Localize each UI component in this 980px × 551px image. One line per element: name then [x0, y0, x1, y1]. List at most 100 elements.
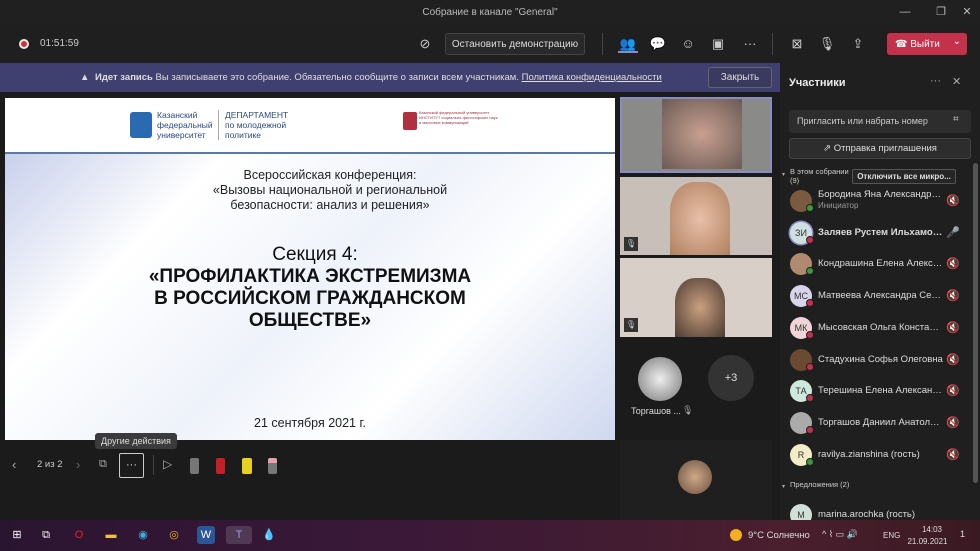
language[interactable]: ENG — [883, 531, 900, 540]
mic-off-icon[interactable]: 🔇 — [946, 321, 960, 334]
divider — [5, 152, 615, 154]
edge-icon[interactable]: ◉ — [134, 526, 152, 544]
close-panel-icon[interactable]: ✕ — [952, 75, 961, 88]
hide-eye-icon[interactable]: ⊘ — [415, 35, 435, 53]
paint-icon[interactable]: 💧 — [260, 526, 278, 544]
invite-label: Отправка приглашения — [833, 143, 937, 154]
notifications-icon[interactable]: 1 — [960, 529, 965, 539]
task-view-icon[interactable]: ⧉ — [37, 526, 55, 544]
share-icon: ⇗ — [823, 143, 834, 154]
status-icon — [806, 457, 814, 466]
eraser-icon[interactable] — [268, 458, 277, 474]
video-tile[interactable] — [620, 97, 772, 173]
opera-icon[interactable]: O — [70, 526, 88, 544]
invite-search-input[interactable]: Пригласить или набрать номер ⌗ — [789, 110, 971, 133]
weather[interactable]: 9°C Солнечно — [748, 530, 810, 541]
participant-name: ravilya.zianshina (гость) — [818, 448, 920, 460]
more-actions-button[interactable]: ··· — [740, 35, 760, 53]
participant-role: Инициатор — [818, 201, 859, 210]
minimize-button[interactable]: — — [890, 0, 920, 25]
mic-off-icon[interactable]: 🔇 — [946, 289, 960, 302]
mic-off-icon[interactable]: 🔇 — [946, 353, 960, 366]
word-icon[interactable]: W — [197, 526, 215, 544]
participant-name: marina.arochka (гость) — [818, 509, 916, 520]
mic-off-icon[interactable]: 🔇 — [946, 257, 960, 270]
mic-off-icon[interactable]: 🔇 — [946, 384, 960, 397]
close-banner-button[interactable]: Закрыть — [708, 67, 772, 88]
slide-heading: ОБЩЕСТВЕ» — [248, 310, 372, 331]
participants-icon[interactable]: 👥 — [618, 35, 638, 53]
participant-name: Торгашов Даниил Анатолье... — [818, 416, 943, 428]
close-window-button[interactable]: ✕ — [952, 0, 980, 25]
participant-row[interactable]: МС Матвеева Александра Серге... 🔇 — [780, 281, 980, 313]
share-tray-icon[interactable]: ⇪ — [848, 35, 868, 53]
pen-icon[interactable] — [190, 458, 199, 474]
participant-row[interactable]: R ravilya.zianshina (гость) 🔇 — [780, 440, 980, 472]
more-options-icon[interactable]: ··· — [930, 75, 941, 87]
privacy-link[interactable]: Политика конфиденциальности — [522, 72, 662, 83]
rooms-icon[interactable]: ▣ — [708, 35, 728, 53]
participant-row[interactable]: ТА Терешина Елена Александр... 🔇 — [780, 376, 980, 408]
camera-off-icon[interactable]: ⊠ — [787, 35, 807, 53]
mic-off-icon[interactable]: 🎙 — [817, 35, 837, 53]
mic-off-icon[interactable]: 🔇 — [946, 448, 960, 461]
clock-time[interactable]: 14:03 — [912, 525, 952, 534]
highlighter-icon[interactable] — [242, 458, 252, 474]
tray-icons[interactable]: ^ ⌇ ▭ 🔊 — [822, 529, 858, 540]
section-title: Секция 4: — [272, 244, 358, 265]
conference-line: безопасности: анализ и решения» — [230, 198, 430, 212]
participant-row[interactable]: ЗИ Заляев Рустем Ильхамович 🎤 — [780, 218, 980, 250]
more-participants-button[interactable]: +3 — [708, 355, 754, 401]
warning-icon: ▲ — [80, 72, 90, 83]
participant-name: Мысовская Ольга Константи... — [818, 321, 943, 333]
send-invite-button[interactable]: ⇗ Отправка приглашения — [789, 138, 971, 159]
slide-controls: ‹ 2 из 2 › ⧉ ··· ▷ — [0, 452, 300, 480]
slides-icon[interactable]: ⧉ — [99, 458, 107, 471]
next-slide-icon[interactable]: › — [76, 457, 80, 472]
banner-title: Идет запись — [95, 72, 153, 83]
mic-off-icon[interactable]: 🔇 — [946, 194, 960, 207]
chrome-icon[interactable]: ◎ — [165, 526, 183, 544]
dialpad-icon[interactable]: ⌗ — [953, 114, 959, 125]
prev-slide-icon[interactable]: ‹ — [12, 457, 16, 472]
more-actions-button[interactable]: ··· — [119, 453, 144, 478]
pointer-icon[interactable]: ▷ — [163, 457, 172, 471]
scrollbar[interactable] — [973, 163, 978, 483]
status-icon — [806, 204, 814, 212]
clock-date[interactable]: 21.09.2021 — [905, 537, 950, 546]
leave-button[interactable]: ☎ Выйти ⌄ — [887, 33, 967, 55]
participant-row[interactable]: Кондрашина Елена Алексее... 🔇 — [780, 249, 980, 281]
divider — [772, 33, 773, 55]
self-video-tile — [620, 440, 772, 520]
recording-icon — [19, 39, 29, 49]
windows-start-icon[interactable]: ⊞ — [8, 526, 26, 544]
status-icon — [806, 235, 814, 244]
participant-name: Бородина Яна Александровна — [818, 189, 943, 200]
reactions-icon[interactable]: ☺ — [678, 35, 698, 53]
participant-row[interactable]: МК Мысовская Ольга Константи... 🔇 — [780, 313, 980, 345]
red-pen-icon[interactable] — [216, 458, 225, 474]
participant-row[interactable]: Стадухина Софья Олеговна 🔇 — [780, 345, 980, 377]
collapse-icon[interactable]: ▾ — [782, 171, 785, 178]
video-tile[interactable]: 🎙 — [620, 177, 772, 255]
shared-slide: Казанский федеральный университет ДЕПАРТ… — [5, 98, 615, 440]
file-explorer-icon[interactable]: ▬ — [102, 526, 120, 544]
institute-logo-text: Казанский федеральный университет ИНСТИТ… — [419, 110, 498, 125]
teams-icon[interactable]: T — [226, 526, 252, 544]
video-tile[interactable]: 🎙 — [620, 258, 772, 337]
slide-heading: В РОССИЙСКОМ ГРАЖДАНСКОМ — [154, 288, 466, 309]
participant-row[interactable]: Торгашов Даниил Анатолье... 🔇 — [780, 408, 980, 440]
chat-icon[interactable]: 💬 — [648, 35, 668, 53]
participant-video — [675, 278, 725, 337]
collapse-icon[interactable]: ▾ — [782, 483, 785, 490]
participant-name: Терешина Елена Александр... — [818, 385, 943, 397]
mic-off-icon[interactable]: 🔇 — [946, 416, 960, 429]
participant-row[interactable]: Бородина Яна Александровна Инициатор 🔇 — [780, 186, 980, 218]
department-text: ДЕПАРТАМЕНТ по молодежной политике — [225, 110, 289, 140]
leave-label: Выйти — [910, 38, 940, 50]
stop-sharing-button[interactable]: Остановить демонстрацию — [445, 33, 585, 55]
mute-all-button[interactable]: Отключить все микро... — [852, 169, 956, 184]
chevron-down-icon[interactable]: ⌄ — [953, 36, 961, 47]
mic-icon[interactable]: 🎤 — [946, 226, 960, 239]
panel-title: Участники — [789, 77, 846, 89]
